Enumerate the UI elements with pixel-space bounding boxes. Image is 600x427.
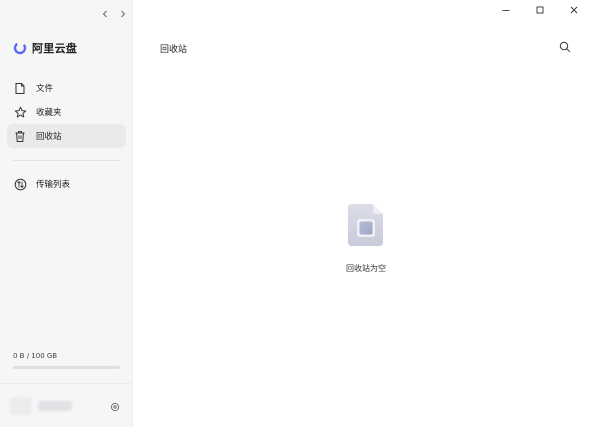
close-icon (570, 6, 578, 14)
sidebar-nav: 文件 收藏夹 回收站 (7, 76, 126, 148)
page-title: 回收站 (160, 45, 188, 55)
aliyun-drive-logo-icon (13, 41, 27, 55)
sidebar-item-favorites[interactable]: 收藏夹 (7, 100, 126, 124)
sidebar-bottom-divider (0, 383, 133, 384)
minimize-button[interactable] (489, 3, 523, 17)
sidebar-item-label: 回收站 (36, 132, 62, 142)
forward-button[interactable] (116, 7, 130, 21)
sidebar: 阿里云盘 文件 收藏夹 回收站 传输列表 0 B / 100 GB (0, 0, 133, 427)
brand: 阿里云盘 (13, 40, 77, 56)
sidebar-item-transfer-list[interactable]: 传输列表 (7, 172, 126, 196)
search-button[interactable] (558, 40, 572, 54)
history-nav (98, 7, 130, 21)
transfer-icon (13, 177, 27, 191)
sidebar-item-label: 传输列表 (36, 180, 71, 190)
settings-button[interactable] (109, 401, 120, 412)
storage-usage-bar (13, 366, 120, 369)
close-button[interactable] (557, 3, 591, 17)
sidebar-item-recycle-bin[interactable]: 回收站 (7, 124, 126, 148)
sidebar-divider (13, 160, 120, 161)
chevron-right-icon (121, 10, 126, 18)
empty-file-illustration (348, 204, 383, 246)
search-icon (559, 41, 571, 53)
sidebar-transfer: 传输列表 (7, 172, 126, 196)
maximize-button[interactable] (523, 3, 557, 17)
file-icon (13, 81, 27, 95)
gear-icon (110, 402, 119, 411)
avatar (10, 397, 32, 415)
back-button[interactable] (98, 7, 112, 21)
chevron-left-icon (102, 10, 107, 18)
minimize-icon (502, 10, 510, 11)
sidebar-item-label: 收藏夹 (36, 108, 62, 118)
empty-state: 回收站为空 (336, 202, 396, 274)
trash-icon (13, 129, 27, 143)
brand-name: 阿里云盘 (32, 42, 78, 55)
star-icon (13, 105, 27, 119)
empty-state-text: 回收站为空 (346, 264, 386, 273)
sidebar-item-files[interactable]: 文件 (7, 76, 126, 100)
user-profile[interactable] (10, 397, 72, 415)
sidebar-item-label: 文件 (36, 84, 54, 94)
storage-usage-text: 0 B / 100 GB (13, 352, 58, 360)
window-controls (489, 3, 591, 17)
maximize-icon (536, 6, 544, 14)
username-redacted (38, 401, 72, 411)
